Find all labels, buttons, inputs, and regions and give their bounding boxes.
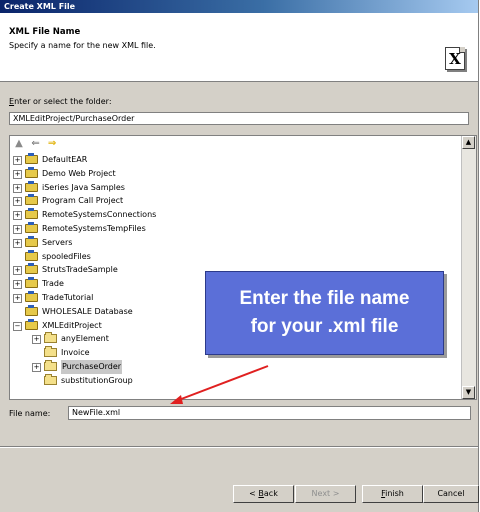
create-xml-file-dialog: Create XML File XML File Name Specify a … [0, 0, 479, 512]
pointer-arrow [170, 365, 269, 404]
finish-button[interactable]: Finish [362, 485, 423, 503]
back-button[interactable]: < Back [233, 485, 294, 503]
button-separator [0, 446, 478, 448]
file-name-input[interactable]: NewFile.xml [68, 406, 471, 420]
next-button[interactable]: Next > [295, 485, 356, 503]
back-button-rest: ack [263, 489, 278, 498]
file-name-label: File name: [9, 409, 51, 418]
finish-button-rest: inish [385, 489, 404, 498]
cancel-button[interactable]: Cancel [423, 485, 479, 503]
